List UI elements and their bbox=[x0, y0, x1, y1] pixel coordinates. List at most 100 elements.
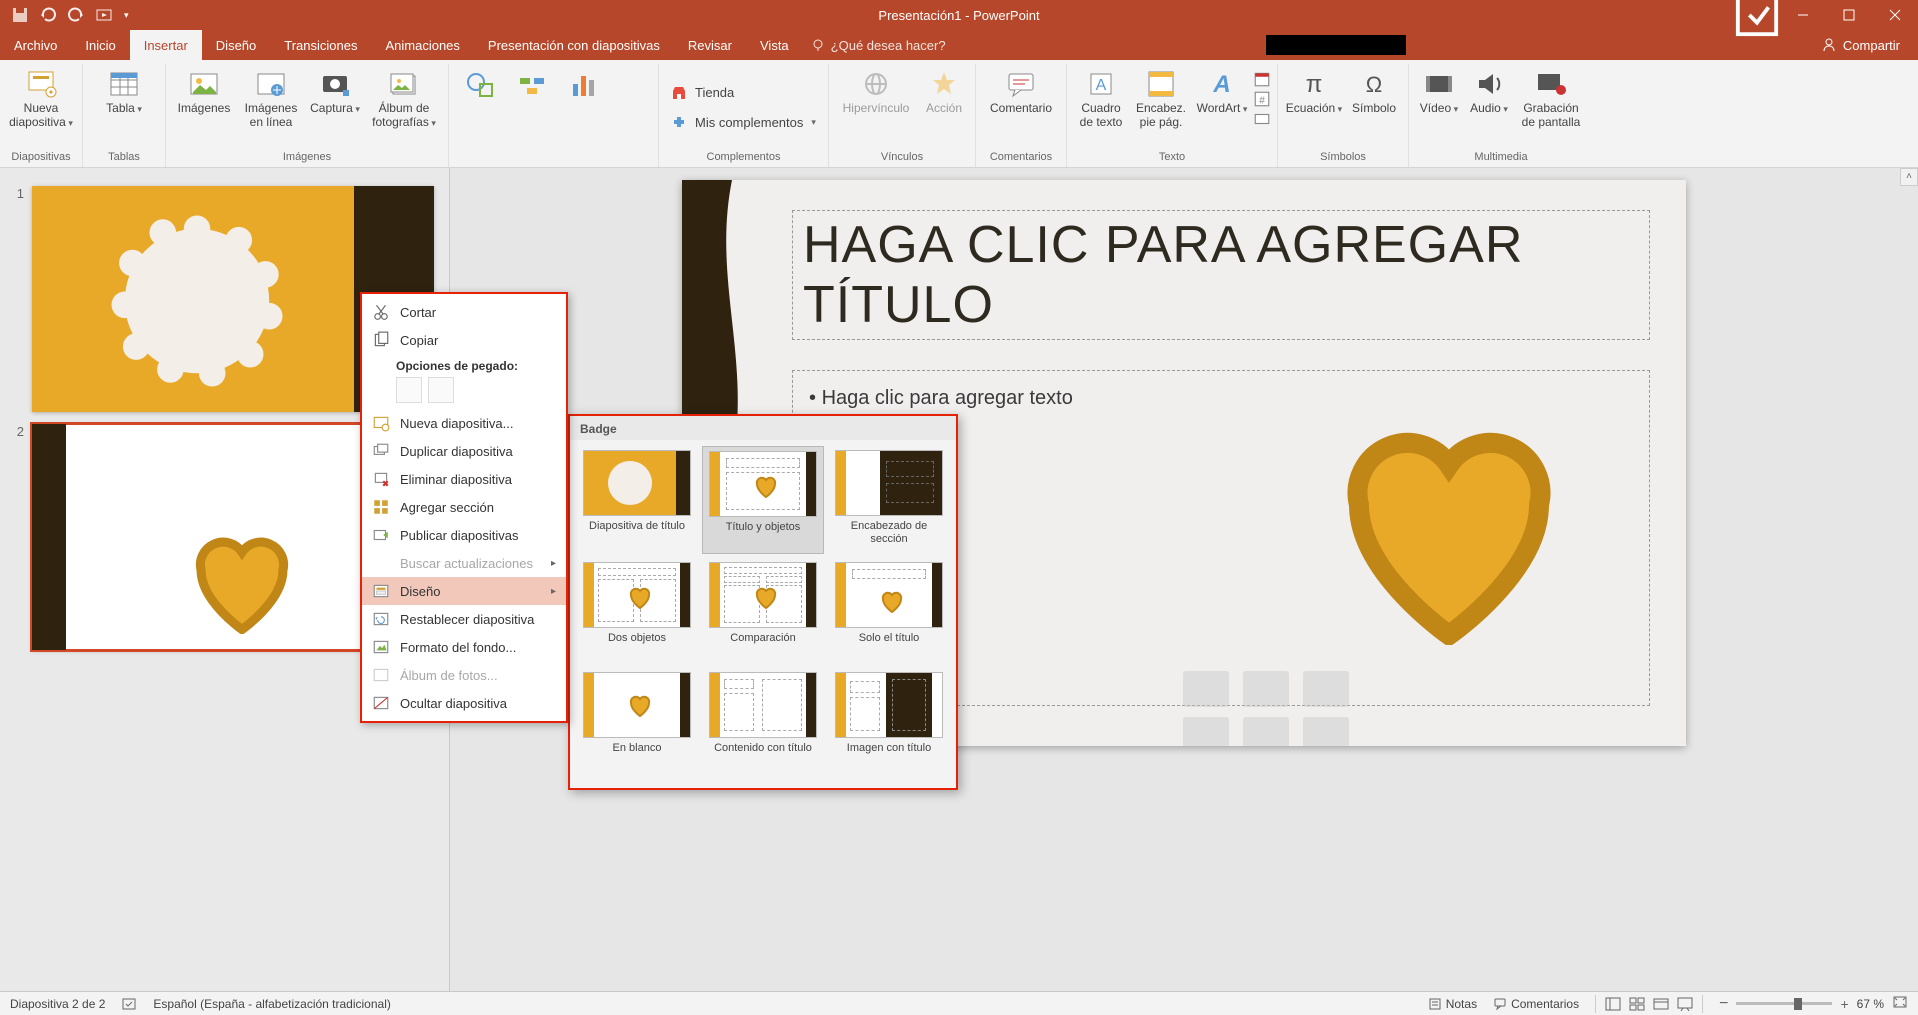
insert-chart-icon[interactable] bbox=[1243, 671, 1289, 707]
ctx-copy[interactable]: Copiar bbox=[362, 326, 566, 354]
slide-sorter-view-icon[interactable] bbox=[1626, 995, 1648, 1013]
store-button[interactable]: Tienda bbox=[665, 81, 740, 105]
ctx-cut[interactable]: Cortar bbox=[362, 298, 566, 326]
insert-table-icon[interactable] bbox=[1183, 671, 1229, 707]
my-addins-button[interactable]: Mis complementos ▾ bbox=[665, 111, 822, 135]
tab-home[interactable]: Inicio bbox=[71, 30, 129, 60]
insert-online-picture-icon[interactable] bbox=[1243, 717, 1289, 746]
layout-two-content[interactable]: Dos objetos bbox=[576, 558, 698, 664]
paste-picture[interactable] bbox=[428, 377, 454, 403]
hyperlink-button[interactable]: Hipervínculo bbox=[835, 64, 917, 116]
layout-blank[interactable]: En blanco bbox=[576, 668, 698, 774]
ctx-hide-slide[interactable]: Ocultar diapositiva bbox=[362, 689, 566, 717]
undo-icon[interactable] bbox=[40, 7, 56, 23]
text-box-button[interactable]: A Cuadro de texto bbox=[1073, 64, 1129, 130]
insert-video-icon[interactable] bbox=[1303, 717, 1349, 746]
table-button[interactable]: Tabla bbox=[89, 64, 159, 116]
ctx-add-section[interactable]: Agregar sección bbox=[362, 493, 566, 521]
content-placeholder-text: Haga clic para agregar texto bbox=[809, 387, 1633, 410]
layout-title-content[interactable]: Título y objetos bbox=[702, 446, 824, 554]
video-button[interactable]: Vídeo bbox=[1415, 64, 1463, 116]
insert-smartart-icon[interactable] bbox=[1303, 671, 1349, 707]
fit-to-window-icon[interactable] bbox=[1892, 995, 1908, 1012]
equation-icon: π bbox=[1298, 68, 1330, 100]
zoom-slider[interactable] bbox=[1736, 1002, 1832, 1005]
smartart-button[interactable] bbox=[507, 64, 557, 116]
group-label-images: Imágenes bbox=[172, 151, 442, 167]
screen-recording-button[interactable]: Grabación de pantalla bbox=[1515, 64, 1587, 130]
layout-section-header[interactable]: Encabezado de sección bbox=[828, 446, 950, 554]
shapes-button[interactable] bbox=[455, 64, 505, 116]
insert-picture-icon[interactable] bbox=[1183, 717, 1229, 746]
window-title: Presentación1 - PowerPoint bbox=[878, 8, 1039, 23]
object-icon[interactable] bbox=[1253, 110, 1271, 128]
title-placeholder[interactable]: HAGA CLIC PARA AGREGAR TÍTULO bbox=[792, 210, 1650, 340]
layout-title-only[interactable]: Solo el título bbox=[828, 558, 950, 664]
layout-content-caption[interactable]: Contenido con título bbox=[702, 668, 824, 774]
zoom-in-button[interactable]: + bbox=[1840, 996, 1848, 1012]
normal-view-icon[interactable] bbox=[1602, 995, 1624, 1013]
slide-number-icon[interactable]: # bbox=[1253, 90, 1271, 108]
ctx-duplicate-slide[interactable]: Duplicar diapositiva bbox=[362, 437, 566, 465]
collapse-ribbon-icon[interactable]: ˄ bbox=[1900, 168, 1918, 186]
status-comments-button[interactable]: Comentarios bbox=[1493, 997, 1579, 1011]
audio-icon bbox=[1473, 68, 1505, 100]
minimize-button[interactable] bbox=[1780, 0, 1826, 30]
qat-dropdown-icon[interactable]: ▾ bbox=[124, 10, 129, 21]
ctx-delete-slide[interactable]: Eliminar diapositiva bbox=[362, 465, 566, 493]
pictures-button[interactable]: Imágenes bbox=[172, 64, 236, 116]
header-footer-button[interactable]: Encabez. pie pág. bbox=[1131, 64, 1191, 130]
screenshot-button[interactable]: Captura bbox=[306, 64, 364, 116]
share-button[interactable]: Compartir bbox=[1821, 30, 1918, 60]
status-notes-button[interactable]: Notas bbox=[1428, 997, 1477, 1011]
layout-comparison[interactable]: Comparación bbox=[702, 558, 824, 664]
svg-text:π: π bbox=[1306, 71, 1323, 98]
ctx-reset-slide[interactable]: Restablecer diapositiva bbox=[362, 605, 566, 633]
photo-album-button[interactable]: Álbum de fotografías bbox=[366, 64, 442, 130]
layout-picture-caption[interactable]: Imagen con título bbox=[828, 668, 950, 774]
ctx-layout[interactable]: Diseño▸ bbox=[362, 577, 566, 605]
status-language[interactable]: Español (España - alfabetización tradici… bbox=[153, 997, 390, 1011]
tab-review[interactable]: Revisar bbox=[674, 30, 746, 60]
status-slide-info[interactable]: Diapositiva 2 de 2 bbox=[10, 997, 105, 1011]
ctx-new-slide[interactable]: Nueva diapositiva... bbox=[362, 409, 566, 437]
tab-view[interactable]: Vista bbox=[746, 30, 803, 60]
tab-transitions[interactable]: Transiciones bbox=[270, 30, 371, 60]
group-label-symbols: Símbolos bbox=[1284, 151, 1402, 167]
layout-title-slide[interactable]: Diapositiva de título bbox=[576, 446, 698, 554]
maximize-button[interactable] bbox=[1826, 0, 1872, 30]
wordart-button[interactable]: A WordArt bbox=[1193, 64, 1251, 116]
zoom-level[interactable]: 67 % bbox=[1857, 997, 1884, 1011]
tell-me-search[interactable]: ¿Qué desea hacer? bbox=[811, 30, 946, 60]
reading-view-icon[interactable] bbox=[1650, 995, 1672, 1013]
content-type-icons[interactable] bbox=[1183, 671, 1353, 746]
save-icon[interactable] bbox=[12, 7, 28, 23]
close-button[interactable] bbox=[1872, 0, 1918, 30]
new-slide-button[interactable]: ✦ Nueva diapositiva bbox=[6, 64, 76, 130]
tab-insert[interactable]: Insertar bbox=[130, 30, 202, 60]
zoom-control: − + 67 % bbox=[1719, 995, 1908, 1013]
redo-icon[interactable] bbox=[68, 7, 84, 23]
comment-button[interactable]: Comentario bbox=[982, 64, 1060, 116]
tab-design[interactable]: Diseño bbox=[202, 30, 270, 60]
tab-file[interactable]: Archivo bbox=[0, 30, 71, 60]
status-spellcheck-icon[interactable] bbox=[121, 996, 137, 1012]
chart-button[interactable] bbox=[559, 64, 609, 116]
audio-button[interactable]: Audio bbox=[1465, 64, 1513, 116]
online-pictures-button[interactable]: Imágenes en línea bbox=[238, 64, 304, 130]
slideshow-view-icon[interactable] bbox=[1674, 995, 1696, 1013]
ctx-format-background[interactable]: Formato del fondo... bbox=[362, 633, 566, 661]
start-from-beginning-icon[interactable] bbox=[96, 7, 112, 23]
heart-icon bbox=[1319, 425, 1579, 645]
ctx-publish-slides[interactable]: Publicar diapositivas bbox=[362, 521, 566, 549]
tab-animations[interactable]: Animaciones bbox=[371, 30, 473, 60]
action-button[interactable]: Acción bbox=[919, 64, 969, 116]
equation-button[interactable]: π Ecuación bbox=[1284, 64, 1344, 116]
zoom-out-button[interactable]: − bbox=[1719, 995, 1728, 1013]
tab-slideshow[interactable]: Presentación con diapositivas bbox=[474, 30, 674, 60]
date-time-icon[interactable] bbox=[1253, 70, 1271, 88]
group-label-illustrations bbox=[455, 151, 652, 167]
ribbon-display-options-icon[interactable] bbox=[1734, 0, 1780, 30]
symbol-button[interactable]: Ω Símbolo bbox=[1346, 64, 1402, 116]
paste-keep-formatting[interactable] bbox=[396, 377, 422, 403]
